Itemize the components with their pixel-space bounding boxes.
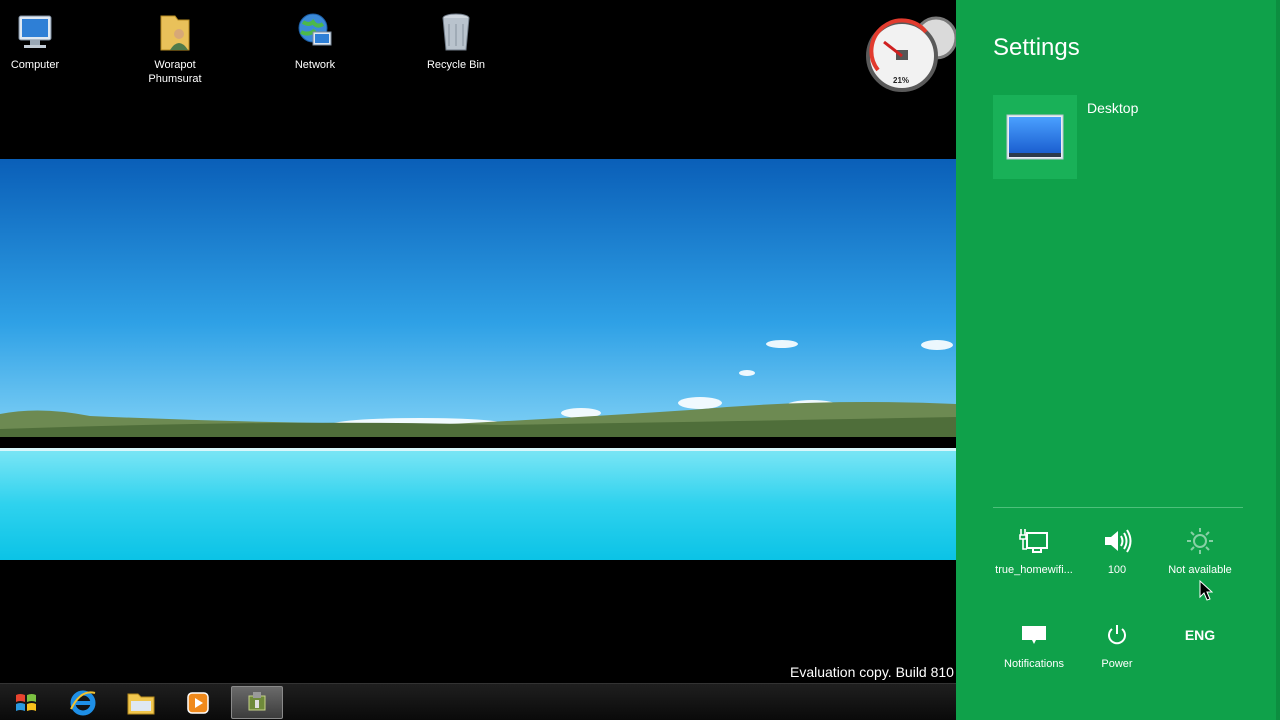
file-explorer-button[interactable] bbox=[115, 686, 167, 719]
desktop-monitor-icon bbox=[1006, 114, 1064, 160]
desktop-icon-label: Network bbox=[294, 59, 336, 71]
power-setting[interactable]: Power bbox=[1072, 618, 1162, 670]
charm-scroll-edge bbox=[1276, 0, 1280, 720]
network-icon bbox=[298, 13, 332, 46]
windows-logo-icon bbox=[16, 693, 36, 711]
ie-icon bbox=[70, 690, 96, 715]
desktop-icon-network[interactable]: Network bbox=[270, 4, 360, 72]
notifications-icon bbox=[1022, 626, 1046, 644]
desktop-settings-tile[interactable] bbox=[993, 95, 1077, 179]
cpu-readout: 21% bbox=[893, 76, 910, 85]
folder-icon bbox=[127, 693, 155, 714]
app-icon bbox=[248, 691, 266, 710]
notifications-label: Notifications bbox=[1004, 658, 1064, 670]
desktop-icon-label: Recycle Bin bbox=[426, 59, 486, 71]
internet-explorer-button[interactable] bbox=[57, 686, 109, 719]
media-player-button[interactable] bbox=[172, 686, 224, 719]
desktop-screen: Computer Worapot Phumsurat Network Recyc… bbox=[0, 0, 1280, 720]
brightness-icon bbox=[1187, 528, 1213, 554]
mouse-cursor-icon bbox=[1199, 580, 1213, 601]
power-icon bbox=[1108, 625, 1126, 645]
settings-title: Settings bbox=[993, 34, 1080, 61]
keyboard-language-label: ENG bbox=[1184, 627, 1216, 643]
brightness-setting[interactable] bbox=[1155, 524, 1245, 564]
user-folder-icon bbox=[160, 15, 190, 51]
notifications-setting[interactable]: Notifications bbox=[989, 618, 1079, 670]
wallpaper-lake bbox=[0, 159, 956, 560]
taskbar bbox=[0, 683, 956, 720]
wired-network-icon bbox=[1019, 529, 1048, 553]
network-label: true_homewifi... bbox=[995, 564, 1073, 576]
desktop-icon-recycle-bin[interactable]: Recycle Bin bbox=[411, 4, 501, 72]
desktop-icon-computer[interactable]: Computer bbox=[0, 4, 80, 72]
quick-settings-divider bbox=[993, 507, 1243, 508]
volume-setting[interactable]: 100 bbox=[1072, 524, 1162, 576]
desktop-icon-label: Worapot Phumsurat bbox=[148, 59, 202, 85]
recycle-bin-icon bbox=[442, 13, 470, 51]
cpu-meter-gadget[interactable]: 21% bbox=[864, 12, 964, 98]
active-app-button[interactable] bbox=[231, 686, 283, 719]
computer-icon bbox=[18, 15, 52, 48]
power-label: Power bbox=[1101, 658, 1133, 670]
evaluation-watermark: Evaluation copy. Build 810 bbox=[790, 664, 954, 680]
desktop-icon-label: Computer bbox=[10, 59, 60, 71]
network-setting[interactable]: true_homewifi... bbox=[989, 524, 1079, 576]
speaker-icon bbox=[1105, 529, 1132, 553]
desktop-icon-user-folder[interactable]: Worapot Phumsurat bbox=[130, 4, 220, 86]
volume-label: 100 bbox=[1107, 564, 1127, 576]
brightness-label: Not available bbox=[1168, 564, 1232, 576]
settings-charm-panel: Settings Desktop true_homewifi... 100 No… bbox=[956, 0, 1280, 720]
keyboard-language-setting[interactable]: ENG bbox=[1155, 618, 1245, 658]
desktop-tile-label: Desktop bbox=[1087, 100, 1139, 116]
start-button[interactable] bbox=[0, 686, 52, 719]
media-player-icon bbox=[187, 691, 209, 714]
